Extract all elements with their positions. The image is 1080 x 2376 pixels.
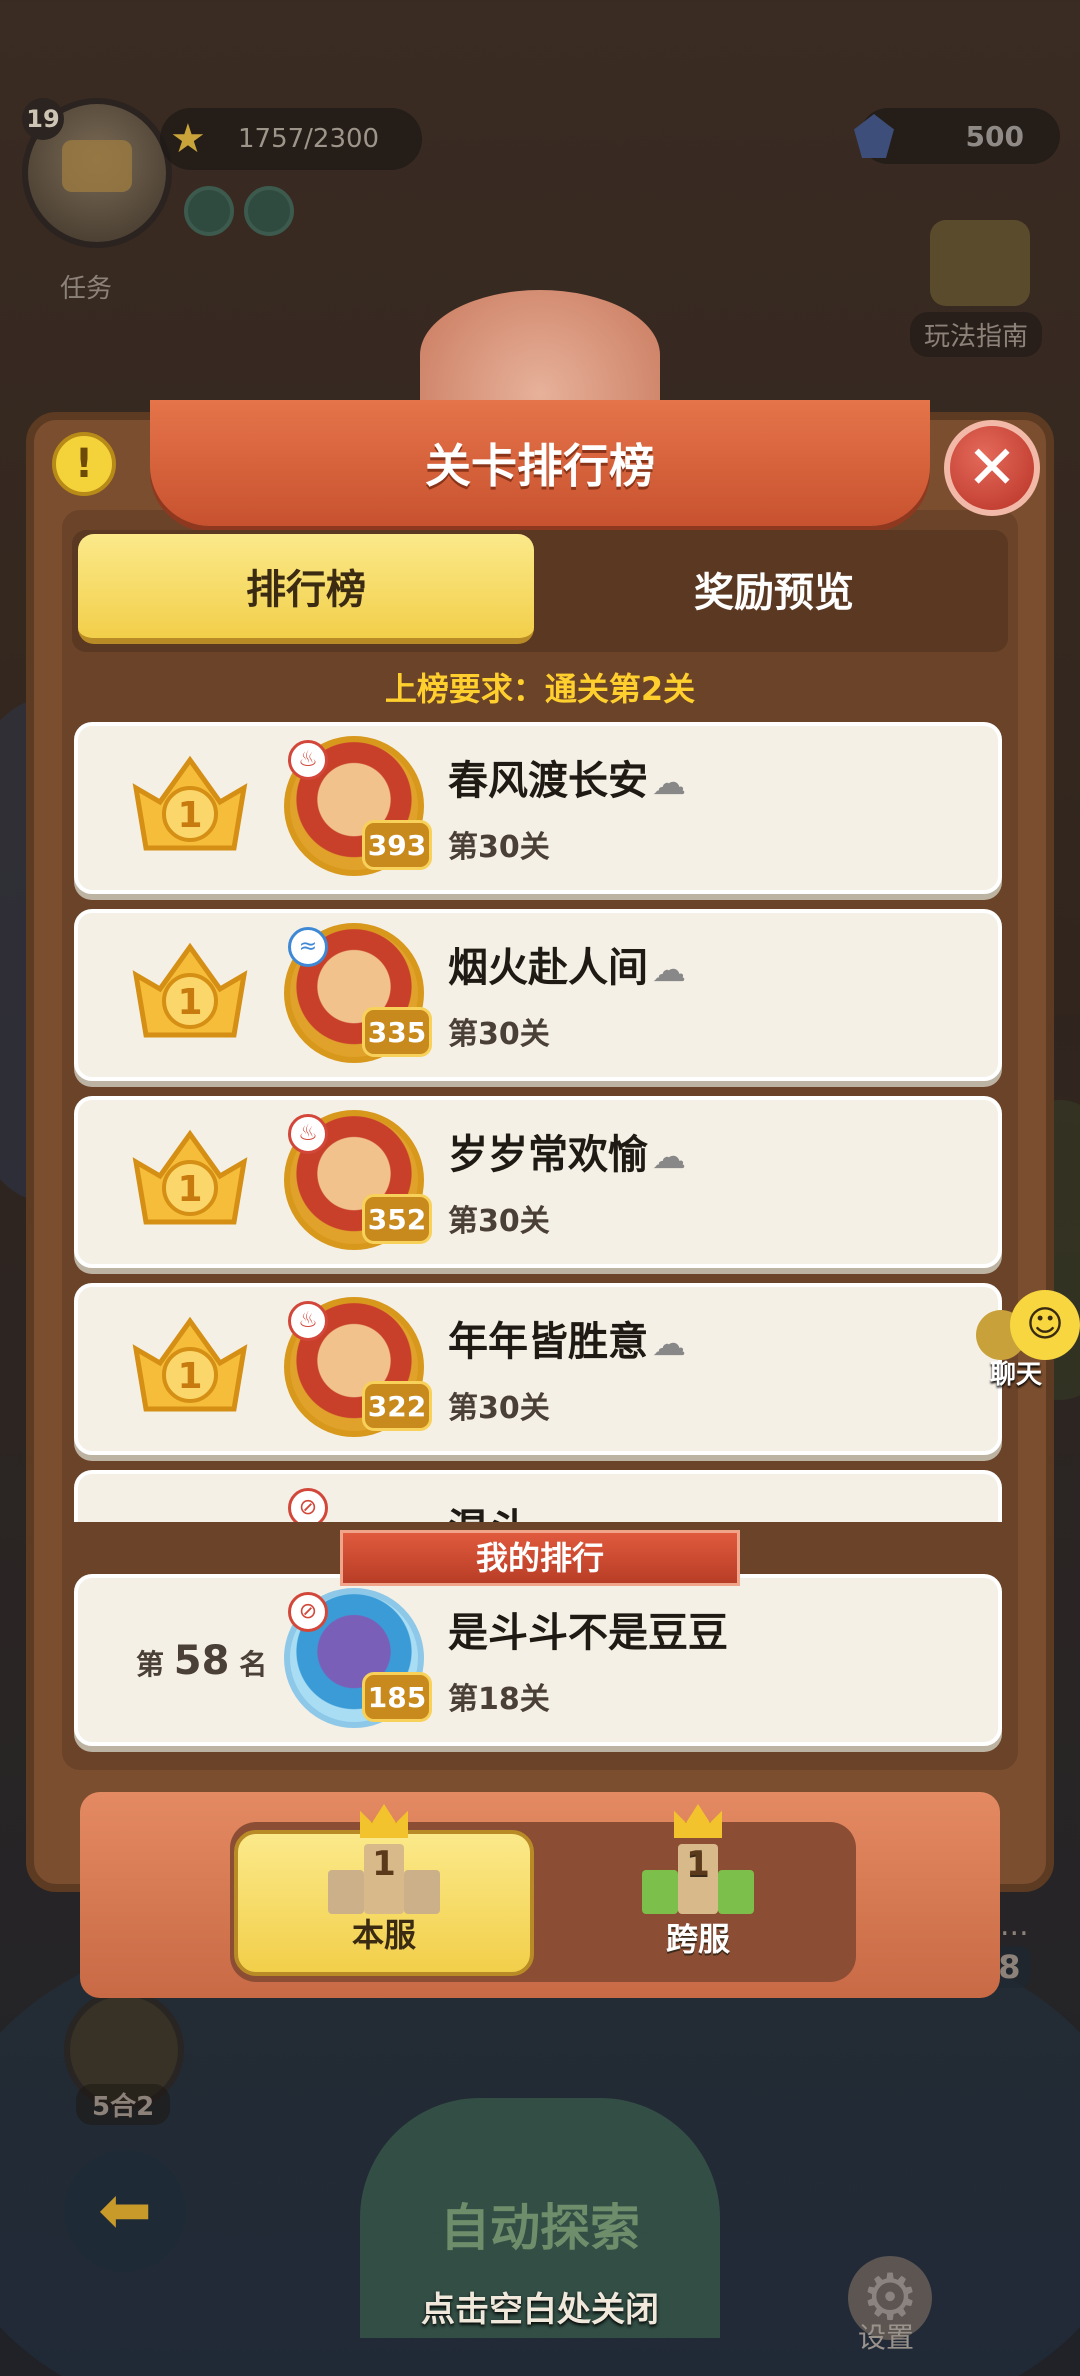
player-name: 岁岁常欢愉 ☁: [448, 1122, 686, 1180]
level-chip: 185: [362, 1672, 432, 1722]
local-server-button[interactable]: 1 本服: [234, 1804, 534, 1976]
podium-icon: 1: [638, 1804, 758, 1914]
cross-server-button[interactable]: 1 跨服: [548, 1804, 848, 1976]
leaderboard-row[interactable]: 1 ≈ 335 烟火赴人间 ☁ 第30关: [74, 909, 1002, 1081]
rank-number: 1: [177, 982, 202, 1023]
player-stage: 第30关: [448, 1391, 550, 1426]
level-badge: 19: [22, 98, 64, 140]
smiley-icon: ☺: [1010, 1290, 1080, 1360]
player-stage: 第30关: [448, 1017, 550, 1052]
cross-server-label: 跨服: [665, 1920, 730, 1958]
fire-faction-icon: ♨: [288, 1301, 328, 1341]
fire-faction-icon: ♨: [288, 740, 328, 780]
info-icon[interactable]: !: [52, 432, 116, 496]
my-rank-number: 58: [173, 1638, 230, 1684]
level-chip: 335: [362, 1007, 432, 1057]
podium-step: 1: [364, 1844, 404, 1914]
player-name-text: 混斗: [448, 1506, 528, 1522]
podium-step: [328, 1870, 364, 1914]
cloud-icon: ☁: [652, 763, 686, 803]
water-faction-icon[interactable]: [244, 186, 294, 236]
player-name-text: 烟火赴人间: [448, 945, 648, 991]
podium-step: [718, 1870, 754, 1914]
local-server-label: 本服: [351, 1916, 416, 1954]
player-name: 混斗: [448, 1496, 528, 1522]
rank-crown-icon: 1: [132, 1316, 248, 1412]
leaderboard-row[interactable]: 1 ♨ 322 年年皆胜意 ☁ 第30关: [74, 1283, 1002, 1455]
water-faction-icon: ≈: [288, 927, 328, 967]
star-icon: ★: [170, 116, 206, 162]
level-chip: 322: [362, 1381, 432, 1431]
player-name-text: 春风渡长安: [448, 758, 648, 804]
player-name: 春风渡长安 ☁: [448, 748, 686, 806]
star-progress: ★ 1757/2300: [160, 108, 422, 170]
rank-requirement: 上榜要求：通关第2关: [384, 670, 696, 708]
player-name: 年年皆胜意 ☁: [448, 1309, 686, 1367]
rank-number: 1: [177, 795, 202, 836]
guide-label[interactable]: 玩法指南: [910, 312, 1043, 357]
fire-faction-icon: ⊘: [288, 1488, 328, 1522]
merge-label: 5合2: [76, 2084, 171, 2125]
fire-faction-icon: ⊘: [288, 1592, 328, 1632]
task-label[interactable]: 任务: [60, 268, 112, 305]
rank-number: 1: [177, 1356, 202, 1397]
tap-to-close-hint: 点击空白处关闭: [421, 2290, 659, 2330]
gem-counter[interactable]: 500: [854, 108, 1060, 164]
gem-count: 500: [965, 119, 1024, 153]
my-rank-prefix: 第: [136, 1648, 165, 1681]
fire-faction-icon: ♨: [288, 1114, 328, 1154]
my-rank-ribbon: 我的排行: [340, 1530, 740, 1586]
my-rank-row[interactable]: 第 58 名 ⊘ 185 是斗斗不是豆豆 第18关: [74, 1574, 1002, 1746]
player-stage: 第30关: [448, 830, 550, 865]
player-name: 烟火赴人间 ☁: [448, 935, 686, 993]
rank-crown-icon: 1: [132, 942, 248, 1038]
panel-title: 关卡排行榜: [425, 439, 655, 493]
rank-crown-icon: 1: [132, 755, 248, 851]
player-name-text: 岁岁常欢愉: [448, 1132, 648, 1178]
close-button[interactable]: ✕: [944, 420, 1040, 516]
chat-button[interactable]: ☺ 聊天: [976, 1290, 1080, 1390]
chat-label: 聊天: [990, 1360, 1043, 1390]
player-name: 是斗斗不是豆豆: [448, 1610, 728, 1656]
tab-leaderboard[interactable]: 排行榜: [78, 534, 534, 644]
player-stage: 第18关: [448, 1682, 550, 1717]
podium-step: [404, 1870, 440, 1914]
podium-icon: 1: [324, 1804, 444, 1914]
level-chip: 352: [362, 1194, 432, 1244]
cloud-icon: ☁: [652, 1324, 686, 1364]
fire-faction-icon[interactable]: [184, 186, 234, 236]
guide-icon[interactable]: [930, 220, 1030, 306]
podium-step: 1: [678, 1844, 718, 1914]
my-rank-suffix: 名: [239, 1648, 268, 1681]
tab-reward-preview[interactable]: 奖励预览: [546, 534, 1002, 644]
leaderboard-row[interactable]: 1 ♨ 352 岁岁常欢愉 ☁ 第30关: [74, 1096, 1002, 1268]
podium-step: [642, 1870, 678, 1914]
leaderboard-row[interactable]: 1 ♨ 393 春风渡长安 ☁ 第30关: [74, 722, 1002, 894]
rank-number: 1: [177, 1169, 202, 1210]
cloud-icon: ☁: [652, 1137, 686, 1177]
player-name-text: 年年皆胜意: [448, 1319, 648, 1365]
cloud-icon: ☁: [652, 950, 686, 990]
level-chip: 393: [362, 820, 432, 870]
auto-explore-label: 自动探索: [440, 2199, 640, 2257]
chest-icon: [62, 140, 132, 192]
leaderboard-row[interactable]: ⊘ 混斗: [74, 1470, 1002, 1522]
rank-crown-icon: 1: [132, 1129, 248, 1225]
my-rank-position: 第 58 名: [136, 1638, 267, 1684]
star-count: 1757/2300: [238, 124, 380, 154]
player-stage: 第30关: [448, 1204, 550, 1239]
leaderboard-list[interactable]: 1 ♨ 393 春风渡长安 ☁ 第30关 1 ≈ 335 烟火赴人间 ☁ 第30关 …: [70, 714, 1010, 1522]
